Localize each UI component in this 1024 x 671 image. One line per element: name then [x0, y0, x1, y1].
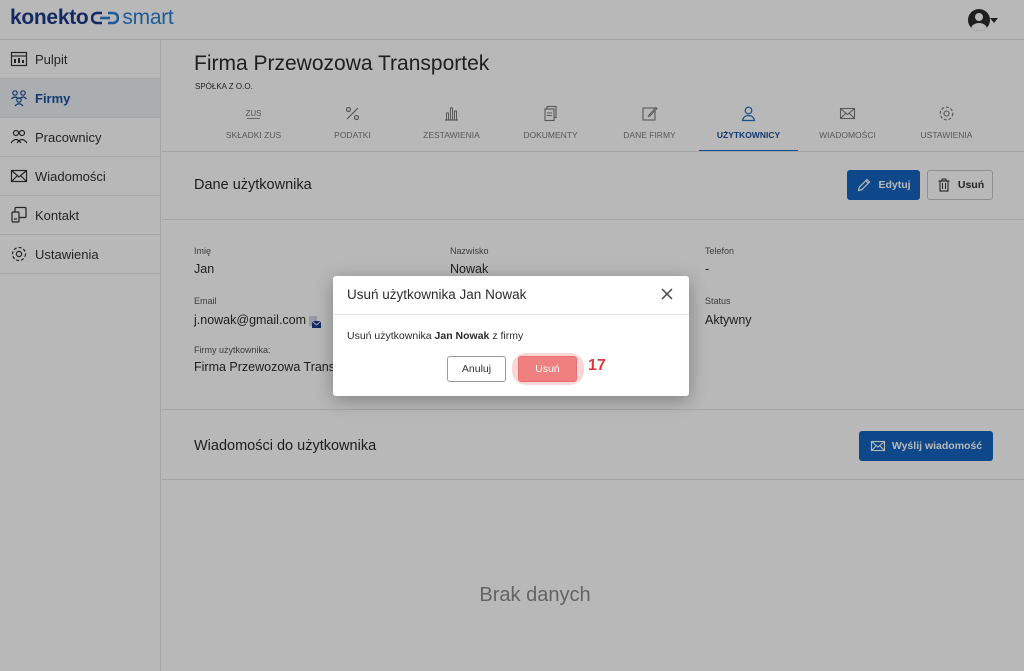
delete-user-dialog: Usuń użytkownika Jan Nowak Usuń użytkown…	[333, 276, 689, 396]
step-number-annotation: 17	[588, 357, 606, 374]
close-icon[interactable]	[659, 286, 675, 302]
dialog-message-user: Jan Nowak	[434, 330, 490, 342]
dialog-title: Usuń użytkownika Jan Nowak	[347, 287, 527, 302]
confirm-delete-button[interactable]: Usuń	[518, 356, 577, 382]
dialog-message-suffix: z firmy	[489, 330, 524, 342]
dialog-divider	[333, 314, 689, 315]
cancel-button[interactable]: Anuluj	[447, 356, 506, 382]
dialog-message: Usuń użytkownika Jan Nowak z firmy	[347, 330, 523, 342]
dialog-message-prefix: Usuń użytkownika	[347, 330, 435, 342]
